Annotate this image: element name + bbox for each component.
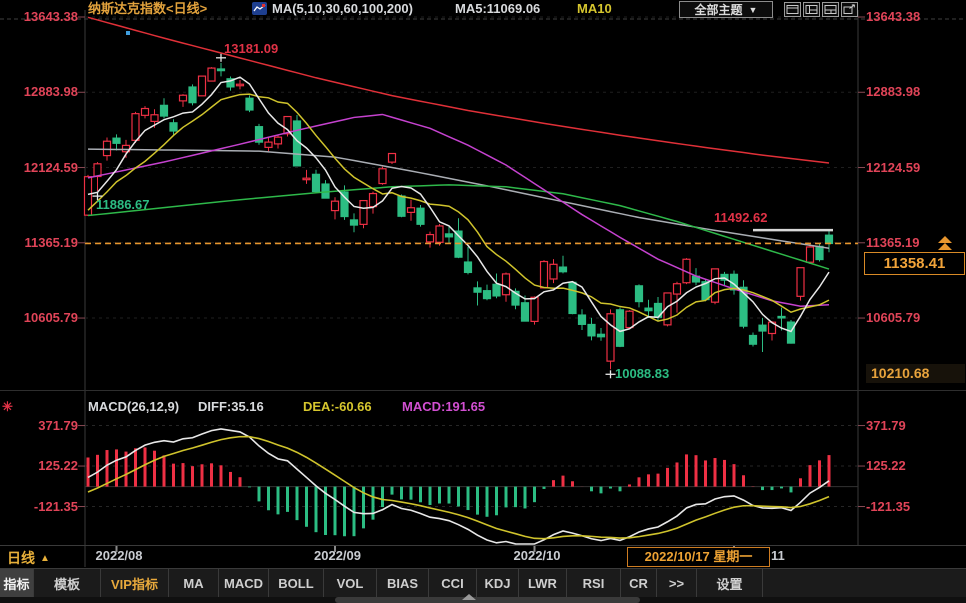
indicator-tab-cr[interactable]: CR [621, 569, 657, 597]
current-price-box: 11358.41 [864, 252, 965, 275]
price-axis-label-right: 12124.59 [866, 160, 920, 176]
price-axis-label-right: 10605.79 [866, 310, 920, 326]
indicator-tab-kdj[interactable]: KDJ [477, 569, 519, 597]
price-axis-label-left: 12883.98 [2, 84, 78, 100]
theme-dropdown-label: 全部主题 [695, 1, 743, 18]
indicator-tab-cci[interactable]: CCI [429, 569, 477, 597]
macd-axis-label-left: 371.79 [2, 418, 78, 434]
indicator-tab-boll[interactable]: BOLL [269, 569, 324, 597]
indicator-tab-ma[interactable]: MA [169, 569, 219, 597]
annotation-low-price: 10088.83 [615, 366, 669, 382]
trading-app: { "header": { "title": "纳斯达克指数<日线>", "ma… [0, 0, 966, 603]
range-low-label: 10210.68 [866, 364, 965, 383]
price-axis-label-left: 13643.38 [2, 9, 78, 25]
ma-params-label: MA(5,10,30,60,100,200) [272, 1, 413, 17]
chevron-down-icon: ▼ [749, 5, 758, 15]
ma5-value-label: MA5:11069.06 [455, 1, 540, 17]
kline-icon [252, 2, 267, 20]
macd-params-label: MACD(26,12,9) [88, 399, 179, 415]
indicator-tab-more[interactable]: >> [657, 569, 697, 597]
indicator-tab-indicators[interactable]: 指标 [0, 569, 34, 597]
month-label: 2022/08 [96, 548, 143, 564]
price-axis-label-right: 13643.38 [866, 9, 920, 25]
annotation-recent-high-price: 11492.62 [714, 210, 768, 226]
indicator-tab-settings[interactable]: 设置 [697, 569, 763, 597]
macd-axis-label-left: -121.35 [2, 499, 78, 515]
macd-axis-label-right: 125.22 [866, 458, 906, 474]
macd-value-label: MACD:191.65 [402, 399, 485, 415]
indicator-tab-macd[interactable]: MACD [219, 569, 269, 597]
indicator-toolbar: 指标模板VIP指标MAMACDBOLLVOLBIASCCIKDJLWRRSICR… [0, 568, 966, 597]
main-chart-plot[interactable] [85, 10, 858, 390]
symbol-title[interactable]: 纳斯达克指数<日线> [88, 1, 207, 17]
indicator-tab-rsi[interactable]: RSI [567, 569, 621, 597]
indicator-tab-vol[interactable]: VOL [324, 569, 377, 597]
caret-up-icon [462, 594, 476, 600]
price-axis-label-left: 12124.59 [2, 160, 78, 176]
pane-bottom-layout-icon[interactable] [822, 2, 839, 17]
triangle-up-icon: ▲ [40, 553, 50, 564]
price-axis-label-left: 10605.79 [2, 310, 78, 326]
period-selector[interactable]: 日线 ▲ [7, 548, 50, 568]
price-axis-label-right: 12883.98 [866, 84, 920, 100]
macd-axis-label-right: 371.79 [866, 418, 906, 434]
price-axis-label-left: 11365.19 [2, 235, 78, 251]
theme-dropdown[interactable]: 全部主题 ▼ [679, 1, 773, 18]
annotation-high-price: 13181.09 [224, 41, 278, 57]
indicator-tab-templates[interactable]: 模板 [34, 569, 101, 597]
pop-out-pane-icon[interactable] [841, 2, 858, 17]
split-top-layout-icon[interactable] [784, 2, 801, 17]
indicator-marker-icon[interactable]: ✳ [2, 399, 13, 415]
macd-dea-label: DEA:-60.66 [303, 399, 372, 415]
highlighted-date-label: 2022/10/17 星期一 [627, 547, 770, 567]
marker-dot [126, 31, 130, 35]
indicator-tab-vip-indicators[interactable]: VIP指标 [101, 569, 169, 597]
indicator-tab-bias[interactable]: BIAS [377, 569, 429, 597]
ma10-value-label: MA10 [577, 1, 612, 17]
macd-plot[interactable] [85, 420, 858, 545]
macd-diff-label: DIFF:35.16 [198, 399, 264, 415]
macd-axis-label-left: 125.22 [2, 458, 78, 474]
annotation-left-low-price: 11886.67 [96, 197, 150, 213]
pane-left-layout-icon[interactable] [803, 2, 820, 17]
month-label: 2022/10 [514, 548, 561, 564]
panel-drag-handle[interactable] [335, 597, 640, 603]
month-label-november: 11 [771, 548, 785, 564]
price-axis-label-right: 11365.19 [866, 235, 920, 251]
indicator-tab-lwr[interactable]: LWR [519, 569, 567, 597]
period-label: 日线 [7, 548, 35, 568]
macd-axis-label-right: -121.35 [866, 499, 910, 515]
month-label: 2022/09 [314, 548, 361, 564]
